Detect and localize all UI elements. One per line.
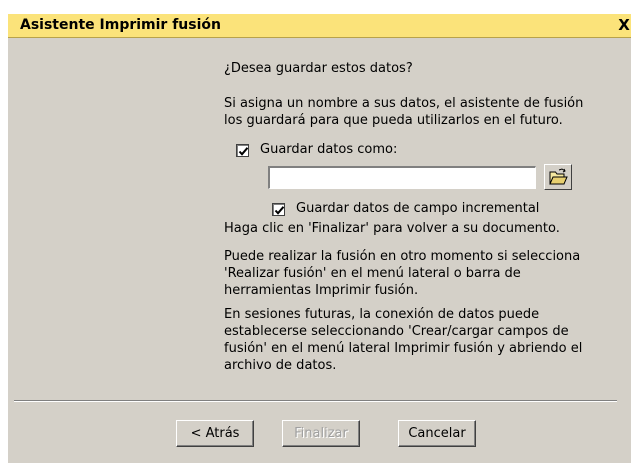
merge-wizard-dialog: Asistente Imprimir fusión X ¿Desea guard… xyxy=(0,0,631,463)
data-name-input[interactable] xyxy=(268,166,536,189)
back-button[interactable]: < Atrás xyxy=(176,420,254,447)
button-separator xyxy=(14,400,617,402)
title-bar[interactable]: Asistente Imprimir fusión X xyxy=(8,14,631,38)
later-text-line-3: herramientas Imprimir fusión. xyxy=(224,283,419,298)
later-text-line-2: 'Realizar fusión' en el menú lateral o b… xyxy=(224,266,521,281)
window-left-edge xyxy=(0,0,8,463)
incremental-field-checkbox-label: Guardar datos de campo incremental xyxy=(296,201,540,216)
open-folder-icon xyxy=(549,168,568,185)
save-data-checkbox-label: Guardar datos como: xyxy=(260,142,398,157)
close-button[interactable]: X xyxy=(617,16,631,34)
future-text-line-2: establecerse seleccionando 'Crear/cargar… xyxy=(224,324,569,339)
future-text-line-3: fusión' en el menú lateral Imprimir fusi… xyxy=(224,341,583,356)
intro-text-line-1: Si asigna un nombre a sus datos, el asis… xyxy=(224,96,584,111)
browse-button[interactable] xyxy=(544,164,572,190)
save-data-checkbox[interactable] xyxy=(236,144,249,157)
finish-button[interactable]: Finalizar xyxy=(282,420,360,447)
intro-text-line-2: los guardará para que pueda utilizarlos … xyxy=(224,113,563,128)
checkmark-icon xyxy=(274,206,285,215)
window-top-strip xyxy=(8,0,631,14)
future-text-line-4: archivo de datos. xyxy=(224,358,337,373)
incremental-field-checkbox[interactable] xyxy=(272,203,285,216)
checkmark-icon xyxy=(238,147,249,156)
finish-hint-text: Haga clic en 'Finalizar' para volver a s… xyxy=(224,221,560,236)
future-text-line-1: En sesiones futuras, la conexión de dato… xyxy=(224,307,540,322)
cancel-button[interactable]: Cancelar xyxy=(398,420,476,447)
save-question: ¿Desea guardar estos datos? xyxy=(224,61,413,76)
later-text-line-1: Puede realizar la fusión en otro momento… xyxy=(224,249,581,264)
window-title: Asistente Imprimir fusión xyxy=(20,17,221,33)
